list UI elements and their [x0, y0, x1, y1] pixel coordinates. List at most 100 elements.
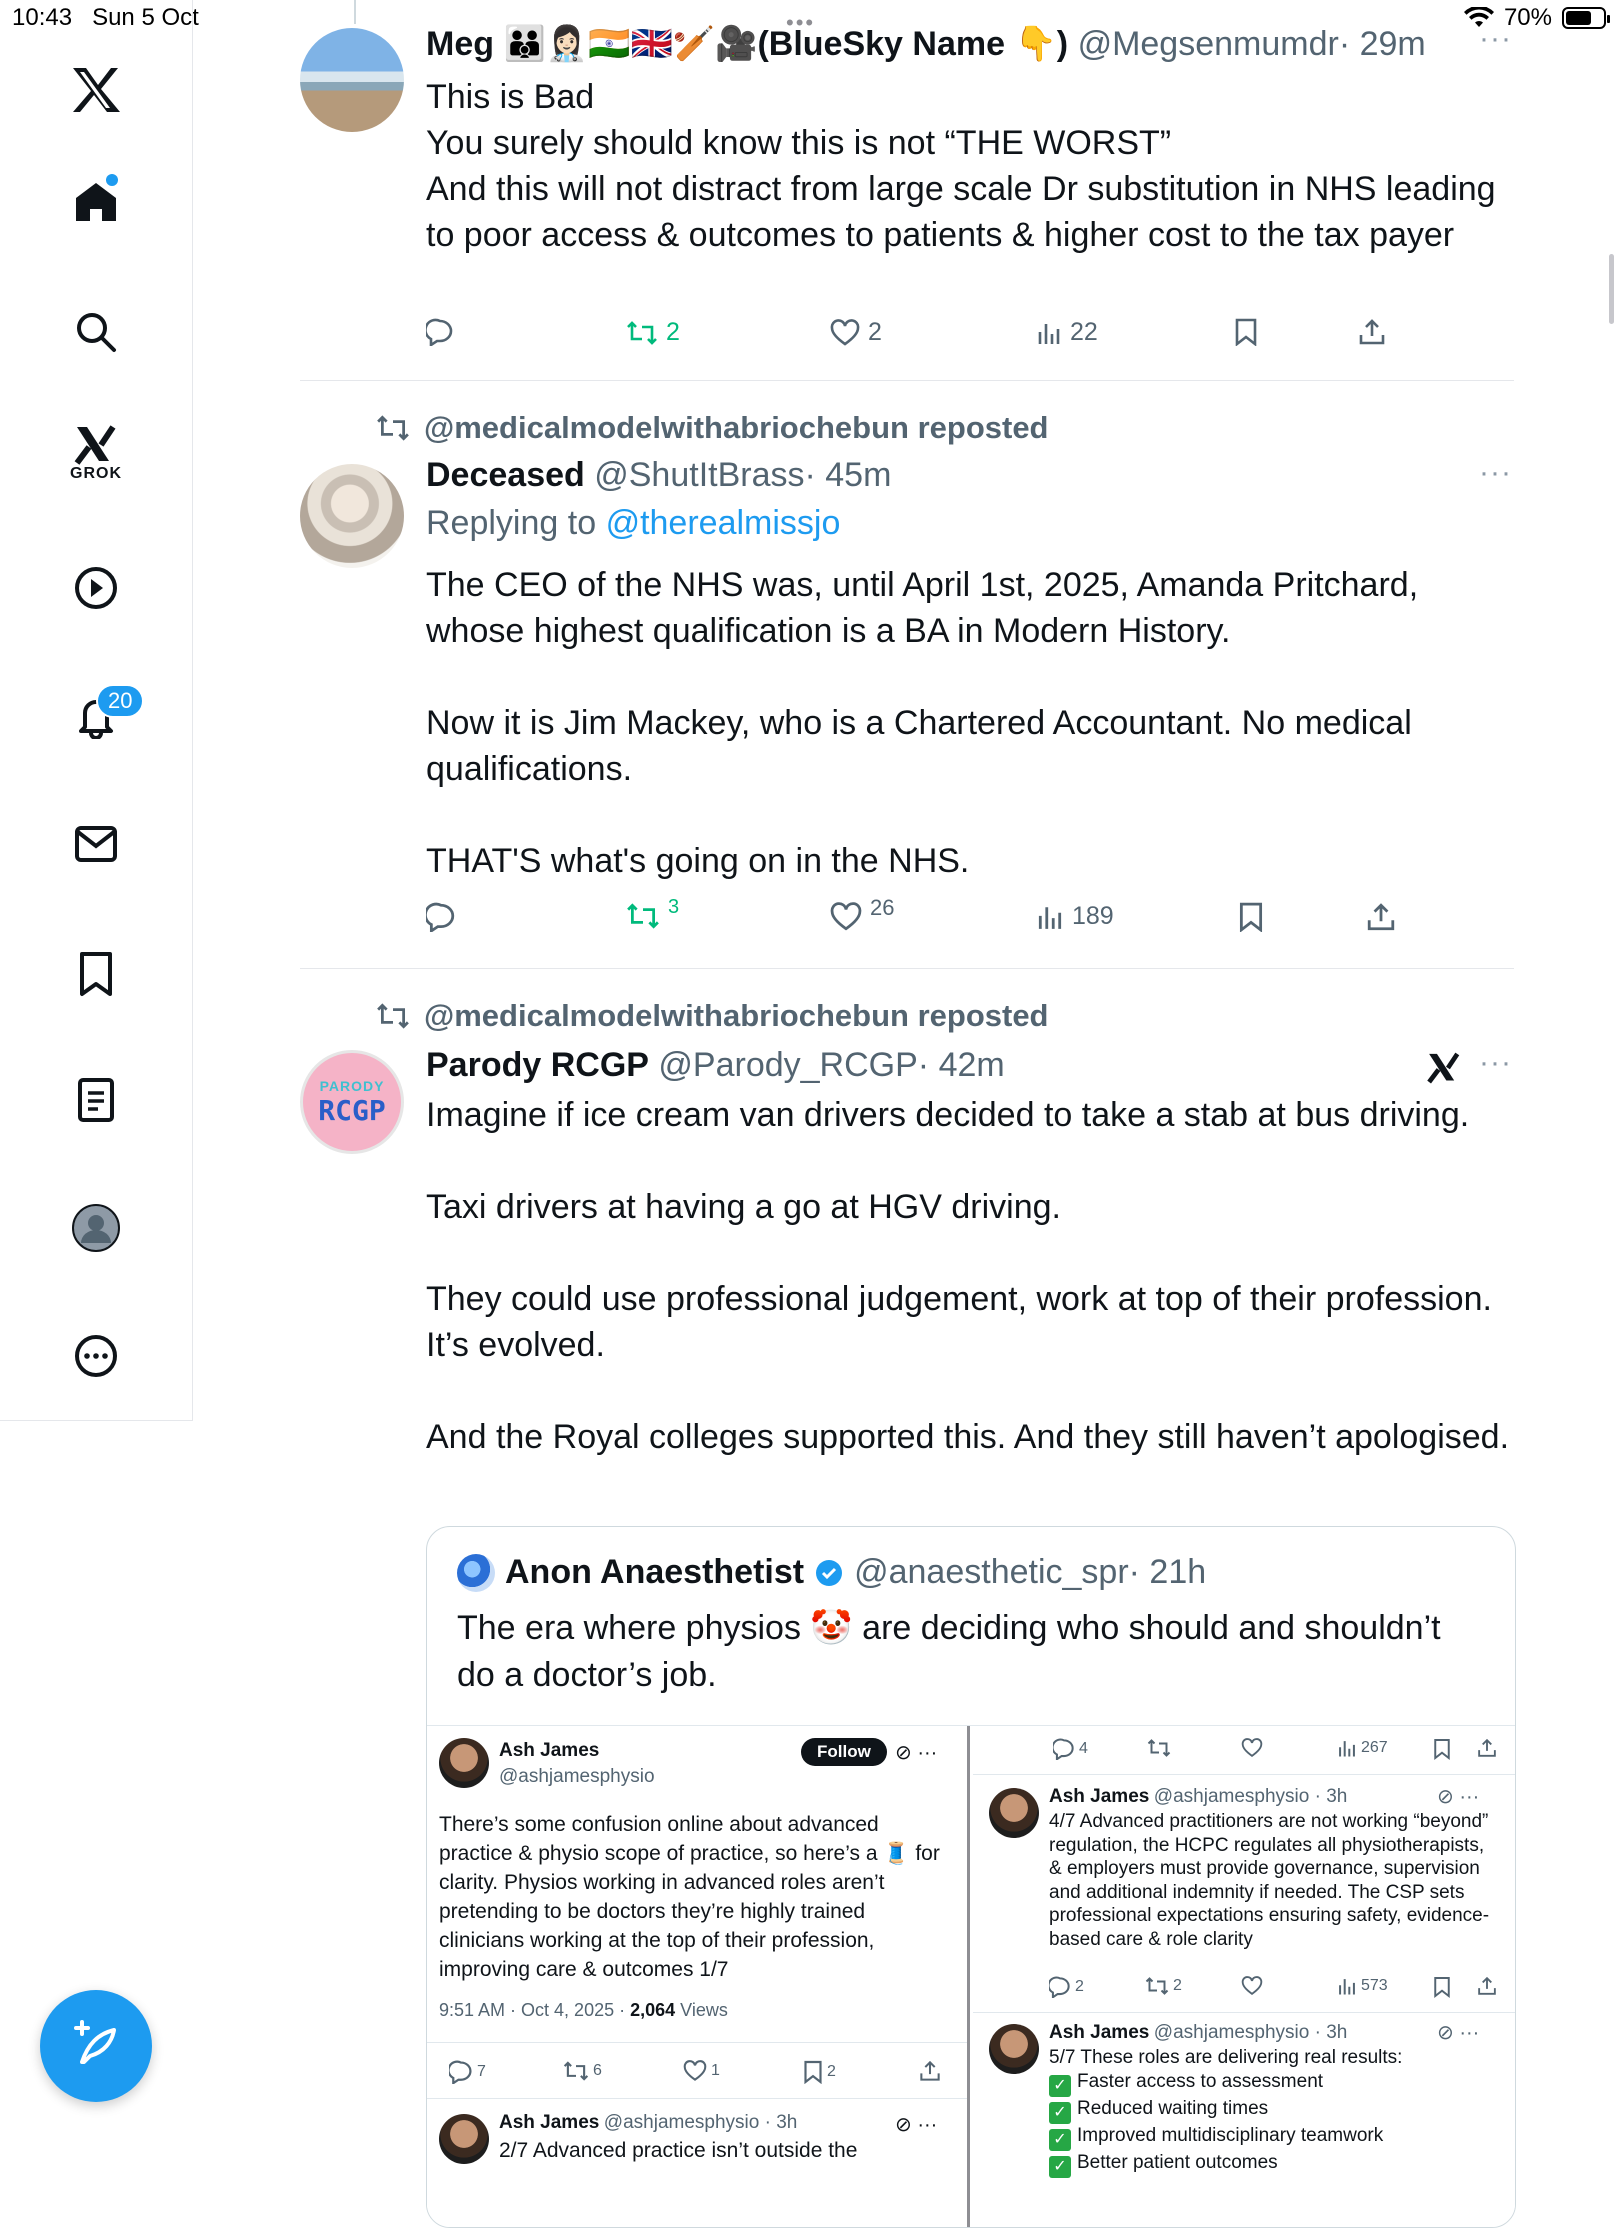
author-handle[interactable]: @ShutItBrass — [594, 456, 804, 494]
views-count: 22 — [1070, 318, 1098, 346]
thread-tweet-header: Ash James @ashjamesphysio · 3h — [1049, 1786, 1347, 1808]
tweet-author-name: Ash James — [499, 2112, 600, 2133]
articles-icon[interactable] — [66, 1070, 126, 1130]
views-button[interactable]: 22 — [1036, 318, 1098, 347]
messages-icon[interactable] — [66, 814, 126, 874]
tweet-views: 267 — [1337, 1738, 1388, 1758]
tweet-retweets-count: 6 — [593, 2062, 602, 2079]
quote-time: · 21h — [1128, 1553, 1207, 1591]
tweet-replies-count: 4 — [1079, 1740, 1088, 1757]
post-header: Parody RCGP @Parody_RCGP· 42m — [426, 1046, 1005, 1085]
repost-icon — [377, 1003, 409, 1029]
reply-icon — [449, 2060, 472, 2084]
post-paragraph: THAT'S what's going on in the NHS. — [426, 842, 970, 880]
repost-label: @medicalmodelwithabriochebun reposted — [424, 410, 1049, 445]
author-name[interactable]: Meg — [426, 25, 494, 63]
quote-screenshot-image[interactable]: Ash James @ashjamesphysio Follow ⊘ ··· T… — [427, 1725, 1515, 2227]
replying-to-link[interactable]: @therealmissjo — [606, 504, 841, 542]
tweet-retweets: 2 — [1145, 1976, 1182, 1996]
repost-label: @medicalmodelwithabriochebun reposted — [424, 998, 1049, 1033]
checkmark-icon: ✓ — [1049, 2074, 1071, 2097]
reply-icon — [426, 902, 455, 932]
post-avatar[interactable] — [300, 464, 404, 568]
tweet-more-icon: ⊘ ··· — [1437, 1786, 1480, 1808]
bookmarks-icon[interactable] — [66, 944, 126, 1004]
post-more-button[interactable]: ··· — [1479, 1046, 1512, 1080]
bookmark-button[interactable] — [1234, 318, 1258, 346]
post-line: And this will not distract from large sc… — [426, 170, 1496, 254]
author-name[interactable]: Parody RCGP — [426, 1046, 649, 1084]
post-avatar[interactable] — [300, 28, 404, 132]
post-more-button[interactable]: ··· — [1479, 22, 1512, 56]
tweet-timestamp: 9:51 AM · Oct 4, 2025 · — [439, 2000, 626, 2020]
reply-icon — [426, 318, 453, 346]
tweet-likes: 1 — [683, 2060, 720, 2082]
quote-avatar[interactable] — [457, 1553, 495, 1592]
repost-banner[interactable]: @medicalmodelwithabriochebun reposted — [376, 410, 1049, 446]
tweet-author-name: Ash James — [499, 1740, 600, 1761]
tweet-replies-count: 7 — [477, 2063, 486, 2080]
tweet-replies-count: 2 — [1075, 1978, 1084, 1995]
screenshot-right-panel: 4 267 Ash James @ashjamesphysio · 3h ⊘ ·… — [973, 1726, 1515, 2227]
post-header: Meg 🧑‍🧑‍🧒👩🏻‍⚕️🇮🇳🇬🇧🏏🎥(BlueSky Name 👇) @Me… — [426, 24, 1426, 64]
ash-avatar — [439, 1738, 489, 1788]
like-button[interactable]: 26 — [830, 895, 894, 932]
grok-explain-icon[interactable] — [1426, 1050, 1462, 1091]
result-item: ✓ Better patient outcomes — [1049, 2151, 1501, 2178]
tweet-bookmark — [1433, 1738, 1451, 1760]
tweet-timestamp-row: 9:51 AM · Oct 4, 2025 · 2,064 Views — [439, 2000, 728, 2021]
checkmark-icon: ✓ — [1049, 2155, 1071, 2178]
like-button[interactable]: 2 — [830, 318, 882, 347]
share-button[interactable] — [1358, 318, 1386, 346]
tweet-bookmark — [1433, 1976, 1451, 1998]
reply-button[interactable] — [426, 318, 454, 346]
result-item: ✓ Improved multidisciplinary teamwork — [1049, 2124, 1501, 2151]
post-header: Deceased @ShutItBrass· 45m — [426, 456, 891, 495]
profile-avatar-icon[interactable] — [66, 1198, 126, 1258]
share-icon — [1367, 903, 1395, 931]
tweet-views-count: 2,064 — [630, 2000, 676, 2020]
post-paragraph: They could use professional judgement, w… — [426, 1280, 1492, 1364]
post-time: · 42m — [917, 1046, 1005, 1084]
quoted-post[interactable]: Anon Anaesthetist @anaesthetic_spr · 21h … — [426, 1526, 1516, 2228]
reply-button[interactable] — [426, 902, 456, 932]
tweet-share — [919, 2060, 941, 2082]
bookmark-button[interactable] — [1238, 902, 1264, 932]
scrollbar[interactable] — [1609, 254, 1614, 324]
post-paragraph: And the Royal colleges supported this. A… — [426, 1418, 1510, 1456]
search-icon[interactable] — [66, 302, 126, 362]
verified-badge-icon — [816, 1559, 843, 1586]
grok-nav[interactable]: GROK — [66, 424, 126, 484]
retweet-icon — [627, 320, 657, 345]
share-icon — [1478, 1738, 1496, 1757]
video-icon[interactable] — [66, 558, 126, 618]
post-avatar[interactable]: PARODY RCGP — [300, 1050, 404, 1154]
tweet-author-name: Ash James — [1049, 2022, 1150, 2043]
tweet-divider — [973, 2012, 1515, 2013]
post-more-button[interactable]: ··· — [1479, 456, 1512, 490]
tweet-more-icon: ⊘ ··· — [895, 2114, 938, 2136]
tweet-text: 2/7 Advanced practice isn’t outside the — [499, 2139, 858, 2162]
author-handle[interactable]: @Megsenmumdr — [1078, 25, 1339, 63]
quote-author-name[interactable]: Anon Anaesthetist — [505, 1553, 804, 1592]
author-name[interactable]: Deceased — [426, 456, 585, 494]
tweet-retweets — [1147, 1738, 1171, 1758]
retweet-button[interactable]: 3 — [626, 896, 679, 930]
views-button[interactable]: 189 — [1036, 902, 1114, 931]
tweet-author: Ash James — [499, 1740, 599, 1762]
tweet-likes-count: 1 — [711, 2062, 720, 2079]
author-handle[interactable]: @Parody_RCGP — [658, 1046, 917, 1084]
tweet-bookmarks-count: 2 — [827, 2063, 836, 2080]
more-options-icon[interactable] — [66, 1326, 126, 1386]
tweet-text: There’s some confusion online about adva… — [439, 1813, 940, 1981]
repost-banner[interactable]: @medicalmodelwithabriochebun reposted — [376, 998, 1049, 1034]
tweet-likes — [1241, 1976, 1263, 1996]
checkmark-icon: ✓ — [1049, 2101, 1071, 2124]
retweet-button[interactable]: 2 — [626, 318, 680, 347]
share-button[interactable] — [1366, 902, 1396, 932]
x-logo-icon[interactable] — [66, 60, 126, 120]
compose-post-button[interactable] — [40, 1990, 152, 2102]
retweet-count: 2 — [666, 318, 680, 346]
tweet-more-icon: ⊘ ··· — [1437, 2022, 1480, 2044]
quote-author-handle[interactable]: @anaesthetic_spr — [854, 1553, 1129, 1592]
